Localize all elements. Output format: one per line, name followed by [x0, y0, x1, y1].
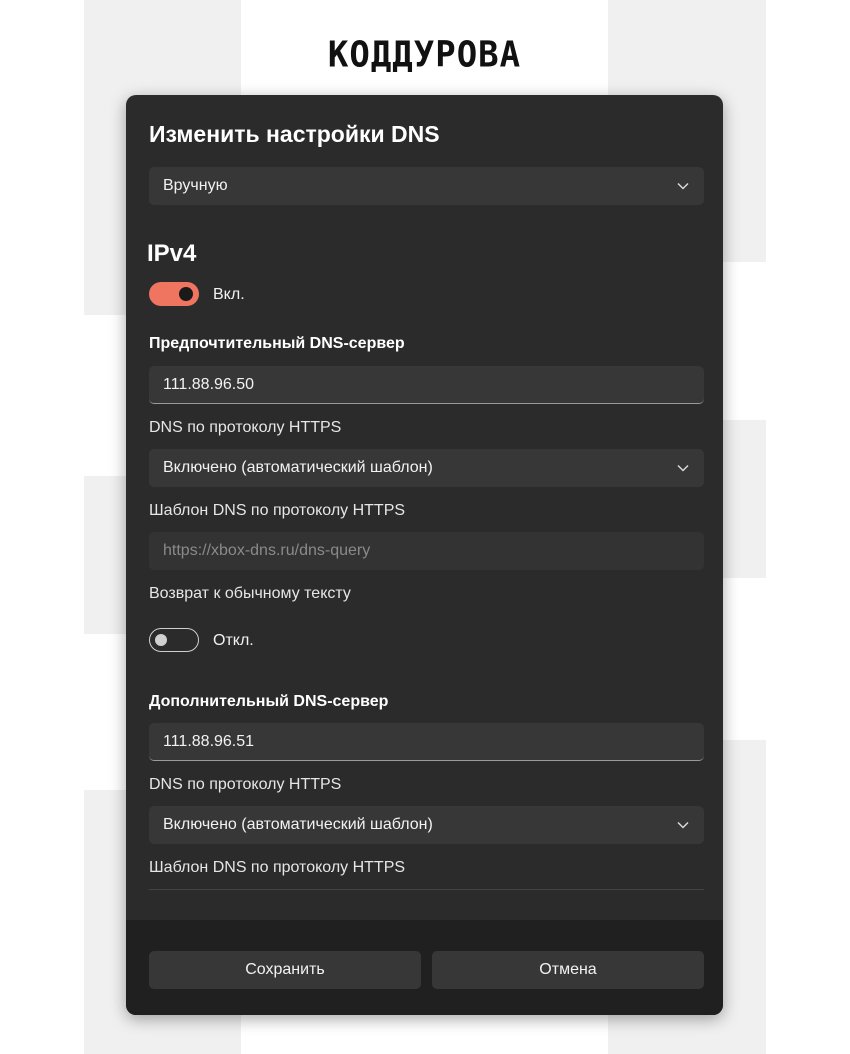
fallback-toggle-label: Откл. — [213, 632, 254, 649]
chevron-down-icon — [676, 179, 690, 193]
alternate-doh-value: Включено (автоматический шаблон) — [163, 816, 433, 833]
chevron-down-icon — [676, 461, 690, 475]
logo-text: КОДДУРОВА — [327, 34, 522, 76]
dns-mode-value: Вручную — [163, 177, 228, 194]
save-button[interactable]: Сохранить — [149, 951, 421, 989]
cancel-button[interactable]: Отмена — [432, 951, 704, 989]
dns-mode-select[interactable]: Вручную — [149, 167, 704, 205]
preferred-doh-select[interactable]: Включено (автоматический шаблон) — [149, 449, 704, 487]
preferred-dns-label: Предпочтительный DNS-сервер — [149, 335, 405, 352]
alternate-dns-label: Дополнительный DNS-сервер — [149, 693, 389, 710]
preferred-doh-label: DNS по протоколу HTTPS — [149, 419, 342, 436]
preferred-doh-value: Включено (автоматический шаблон) — [163, 459, 433, 476]
alternate-doh-label: DNS по протоколу HTTPS — [149, 776, 342, 793]
fallback-toggle[interactable] — [149, 628, 199, 652]
preferred-dns-input[interactable]: 111.88.96.50 — [149, 366, 704, 404]
dns-settings-dialog: Изменить настройки DNS Вручную IPv4 Вкл.… — [126, 95, 723, 1015]
dialog-footer: Сохранить Отмена — [126, 920, 723, 1015]
ipv4-toggle-label: Вкл. — [213, 286, 245, 303]
alternate-dns-value: 111.88.96.51 — [163, 732, 255, 750]
preferred-template-label: Шаблон DNS по протоколу HTTPS — [149, 502, 406, 519]
chevron-down-icon — [676, 818, 690, 832]
alternate-template-label: Шаблон DNS по протоколу HTTPS — [149, 859, 406, 876]
fallback-label: Возврат к обычному тексту — [149, 585, 351, 602]
logo: КОДДУРОВА — [241, 20, 608, 90]
dialog-title: Изменить настройки DNS — [149, 121, 440, 147]
preferred-template-input[interactable]: https://xbox-dns.ru/dns-query — [149, 532, 704, 570]
divider — [149, 889, 704, 890]
preferred-dns-value: 111.88.96.50 — [163, 375, 255, 393]
ipv4-toggle[interactable] — [149, 282, 199, 306]
toggle-knob — [179, 287, 193, 301]
alternate-dns-input[interactable]: 111.88.96.51 — [149, 723, 704, 761]
ipv4-heading: IPv4 — [147, 240, 197, 267]
alternate-doh-select[interactable]: Включено (автоматический шаблон) — [149, 806, 704, 844]
toggle-knob — [155, 634, 167, 646]
preferred-template-placeholder: https://xbox-dns.ru/dns-query — [163, 542, 371, 559]
